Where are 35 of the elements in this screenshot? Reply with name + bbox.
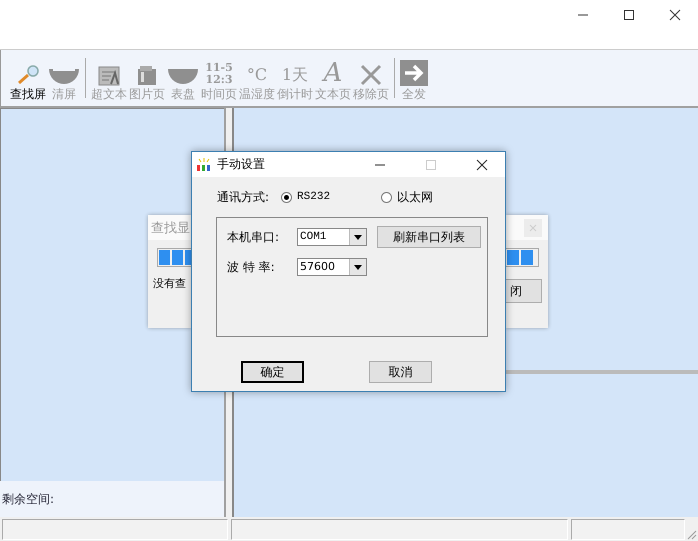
magnifier-icon bbox=[15, 64, 41, 86]
document-icon bbox=[97, 64, 121, 86]
close-icon[interactable] bbox=[476, 158, 488, 170]
baud-rate-dropdown[interactable]: 57600 bbox=[297, 258, 367, 276]
image-icon bbox=[136, 64, 158, 86]
port-dropdown[interactable]: COM1 bbox=[297, 228, 367, 246]
caret-icon bbox=[354, 234, 362, 240]
led-logo-icon bbox=[196, 158, 212, 172]
radio-button[interactable]: RS232 bbox=[281, 191, 382, 203]
port-label: 本机串口: bbox=[227, 228, 280, 246]
free-space-label: 剩余空间: bbox=[2, 490, 54, 508]
icon-label: °C bbox=[246, 64, 268, 86]
caret-icon bbox=[354, 264, 362, 270]
progress-blocks bbox=[506, 248, 539, 267]
icon-label: 11-5 12:3 bbox=[205, 62, 233, 86]
cross-icon bbox=[359, 64, 383, 86]
mode-label: 通讯方式: bbox=[217, 188, 270, 206]
ok-button[interactable]: 确定 bbox=[241, 361, 304, 383]
cancel-button[interactable]: 取消 bbox=[369, 361, 432, 383]
icon-label: A bbox=[324, 60, 342, 86]
progress-blocks bbox=[157, 248, 191, 267]
icon-label: 1天 bbox=[282, 64, 308, 86]
dialog-title: 手动设置 bbox=[217, 156, 266, 173]
radio-button[interactable]: 以太网 bbox=[381, 188, 434, 206]
close-dialog-button[interactable]: 闭 bbox=[506, 279, 542, 303]
maximize-icon bbox=[425, 158, 437, 170]
status-message: 没有查 bbox=[153, 276, 186, 291]
maximize-icon[interactable] bbox=[623, 9, 635, 21]
refresh-ports-button[interactable]: 刷新串口列表 bbox=[377, 226, 481, 248]
close-icon[interactable] bbox=[669, 9, 681, 21]
toolbar-button[interactable]: 查找屏 bbox=[9, 58, 47, 102]
baud-rate-label: 波 特 率: bbox=[227, 258, 276, 276]
close-icon bbox=[529, 224, 537, 232]
dialog-title: 查找显 bbox=[150, 220, 190, 236]
resize-grip-icon bbox=[685, 528, 697, 540]
